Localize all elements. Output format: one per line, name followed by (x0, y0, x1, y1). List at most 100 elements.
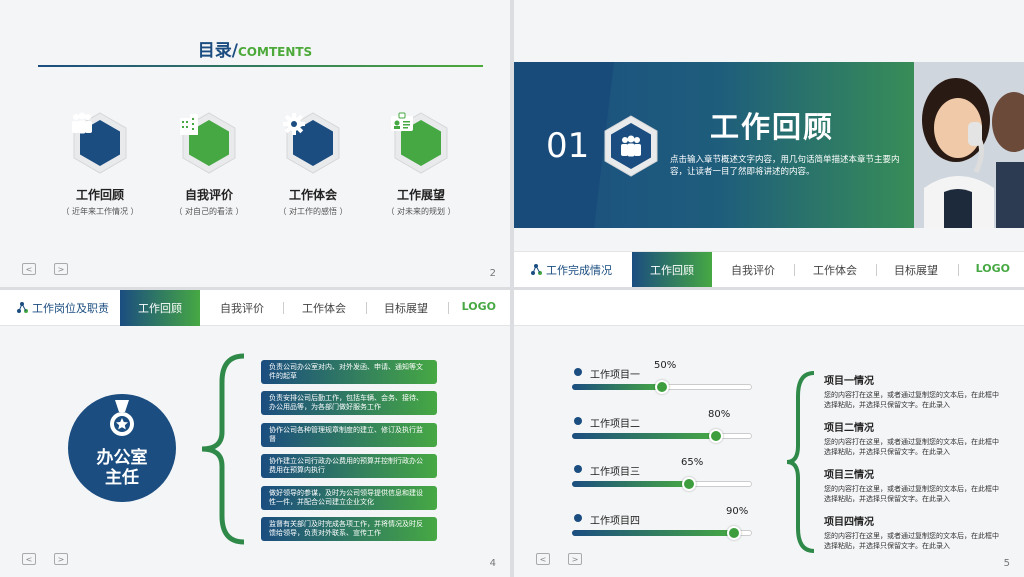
progress-knob[interactable] (655, 380, 669, 394)
project-title: 项目一情况 (824, 376, 874, 387)
share-icon (530, 263, 542, 278)
project-text: 您的内容打在这里，或者通过复制您的文本后，在此框中选择粘贴，并选择只保留文字。在… (824, 391, 999, 409)
duty-item: 负责安排公司后勤工作，包括车辆、会务、接待、办公用品等，为各部门做好服务工作 (261, 391, 437, 415)
page-number: 5 (1003, 558, 1010, 569)
role-title: 办公室 主任 (68, 448, 176, 488)
toc-item-self[interactable]: 自我评价 （ 对自己的看法 ） (164, 112, 254, 217)
operator-photo (914, 62, 1024, 228)
prev-button[interactable]: < (536, 553, 550, 565)
progress-fill (572, 384, 662, 390)
toc-item-outlook[interactable]: 工作展望 （ 对未来的规划 ） (376, 112, 466, 217)
curly-brace (786, 371, 815, 553)
project-title: 项目四情况 (824, 517, 874, 528)
progress-knob[interactable] (682, 477, 696, 491)
progress-percent: 80% (708, 409, 731, 420)
logo: LOGO (975, 262, 1010, 275)
project-text: 您的内容打在这里，或者通过复制您的文本后，在此框中选择粘贴，并选择只保留文字。在… (824, 438, 999, 456)
duty-item: 监督有关部门及时完成各项工作，并将情况及时反馈给领导，负责对外联系、宣传工作 (261, 517, 437, 541)
progress-fill (572, 530, 734, 536)
section-nav-label: 工作岗位及职责 (16, 300, 109, 316)
id-card-icon (390, 112, 452, 174)
tab-self[interactable]: 自我评价 (713, 252, 793, 287)
project-title: 项目三情况 (824, 470, 874, 481)
contents-title-en: COMTENTS (238, 45, 313, 59)
page-number: 2 (489, 268, 496, 279)
team-icon (69, 112, 131, 174)
hex-badge (282, 112, 344, 174)
section-nav-text: 工作完成情况 (546, 264, 612, 277)
duty-item: 做好领导的参谋，及时为公司领导提供信息和建设性一件，并配合公司建立企业文化 (261, 486, 437, 510)
tab-bar-top-strip (514, 290, 1024, 326)
bullet-dot (574, 514, 582, 522)
page-number: 4 (489, 558, 496, 569)
share-icon (16, 301, 28, 316)
section-number: 01 (546, 126, 590, 166)
toc-label: 自我评价 (184, 188, 233, 202)
project-text: 您的内容打在这里，或者通过复制您的文本后，在此框中选择粘贴，并选择只保留文字。在… (824, 532, 999, 550)
logo: LOGO (461, 300, 496, 313)
section-nav-text: 工作岗位及职责 (32, 302, 109, 315)
tab-review[interactable]: 工作回顾 (120, 290, 200, 326)
contents-title: 目录/COMTENTS (0, 36, 510, 61)
tab-outlook[interactable]: 目标展望 (366, 290, 446, 326)
team-icon (600, 115, 662, 177)
title-underline (38, 65, 483, 67)
role-title-line2: 主任 (105, 468, 139, 488)
next-button[interactable]: > (54, 553, 68, 565)
project-text: 您的内容打在这里，或者通过复制您的文本后，在此框中选择粘贴，并选择只保留文字。在… (824, 485, 999, 503)
curly-brace (201, 353, 245, 545)
slide-job-duties[interactable]: 工作岗位及职责 工作回顾 自我评价 工作体会 目标展望 LOGO 办公室 主任 … (0, 290, 510, 577)
tab-experience[interactable]: 工作体会 (795, 252, 875, 287)
progress-knob[interactable] (709, 429, 723, 443)
slide-work-completion[interactable]: 工作项目一 50% 工作项目二 80% 工作项目三 65% 工作项目四 90% 项目一情况 您… (514, 290, 1024, 577)
section-description: 点击输入章节概述文字内容，用几句话简单描述本章节主要内容，让读者一目了然即将讲述… (670, 155, 900, 177)
tab-divider (958, 264, 959, 276)
progress-fill (572, 433, 716, 439)
slide-contents[interactable]: 目录/COMTENTS 工作回顾 （ 近年来工作情况 ） 自我评价 （ 对自己的… (0, 0, 510, 287)
progress-label: 工作项目三 (590, 467, 640, 478)
bullet-dot (574, 368, 582, 376)
toc-sub: （ 对未来的规划 ） (386, 207, 456, 216)
tab-experience[interactable]: 工作体会 (284, 290, 364, 326)
progress-knob[interactable] (727, 526, 741, 540)
slide-nav: < > (22, 263, 68, 275)
tab-divider (448, 302, 449, 314)
contents-title-cn: 目录/ (197, 41, 238, 61)
duty-item: 负责公司办公室对内、对外发函、申请、通知等文件的起草 (261, 360, 437, 384)
progress-percent: 50% (654, 360, 677, 371)
tab-review[interactable]: 工作回顾 (632, 252, 712, 287)
progress-percent: 90% (726, 506, 749, 517)
project-title: 项目二情况 (824, 423, 874, 434)
bullet-dot (574, 465, 582, 473)
medal-icon (104, 400, 140, 444)
toc-item-experience[interactable]: 工作体会 （ 对工作的感悟 ） (268, 112, 358, 217)
toc-label: 工作回顾 (75, 188, 124, 202)
next-button[interactable]: > (568, 553, 582, 565)
prev-button[interactable]: < (22, 263, 36, 275)
project-block: 项目二情况 您的内容打在这里，或者通过复制您的文本后，在此框中选择粘贴，并选择只… (824, 419, 1004, 457)
slide-section-review[interactable]: 01 工作回顾 点击输入章节概述文字内容，用几句话简单描述本章节主要内容，让读者… (514, 0, 1024, 287)
progress-fill (572, 481, 689, 487)
hex-badge (69, 112, 131, 174)
duty-item: 协作公司各种管理规章制度的建立、修订及执行监督 (261, 423, 437, 447)
slide-nav: < > (536, 553, 582, 565)
building-icon (178, 112, 240, 174)
gear-icon (282, 112, 344, 174)
toc-label: 工作展望 (396, 188, 445, 202)
project-block: 项目三情况 您的内容打在这里，或者通过复制您的文本后，在此框中选择粘贴，并选择只… (824, 466, 1004, 504)
project-block: 项目四情况 您的内容打在这里，或者通过复制您的文本后，在此框中选择粘贴，并选择只… (824, 513, 1004, 551)
slide-nav: < > (22, 553, 68, 565)
duty-item: 协作建立公司行政办公费用的预算并控制行政办公费用在预算内执行 (261, 454, 437, 478)
tab-self[interactable]: 自我评价 (202, 290, 282, 326)
progress-label: 工作项目一 (590, 370, 640, 381)
toc-sub: （ 对工作的感悟 ） (278, 207, 348, 216)
progress-label: 工作项目二 (590, 419, 640, 430)
toc-item-review[interactable]: 工作回顾 （ 近年来工作情况 ） (55, 112, 145, 217)
toc-sub: （ 近年来工作情况 ） (61, 207, 139, 216)
tab-outlook[interactable]: 目标展望 (876, 252, 956, 287)
prev-button[interactable]: < (22, 553, 36, 565)
toc-label: 工作体会 (288, 188, 337, 202)
progress-label: 工作项目四 (590, 516, 640, 527)
tab-bar: 工作岗位及职责 工作回顾 自我评价 工作体会 目标展望 LOGO (0, 290, 510, 326)
next-button[interactable]: > (54, 263, 68, 275)
